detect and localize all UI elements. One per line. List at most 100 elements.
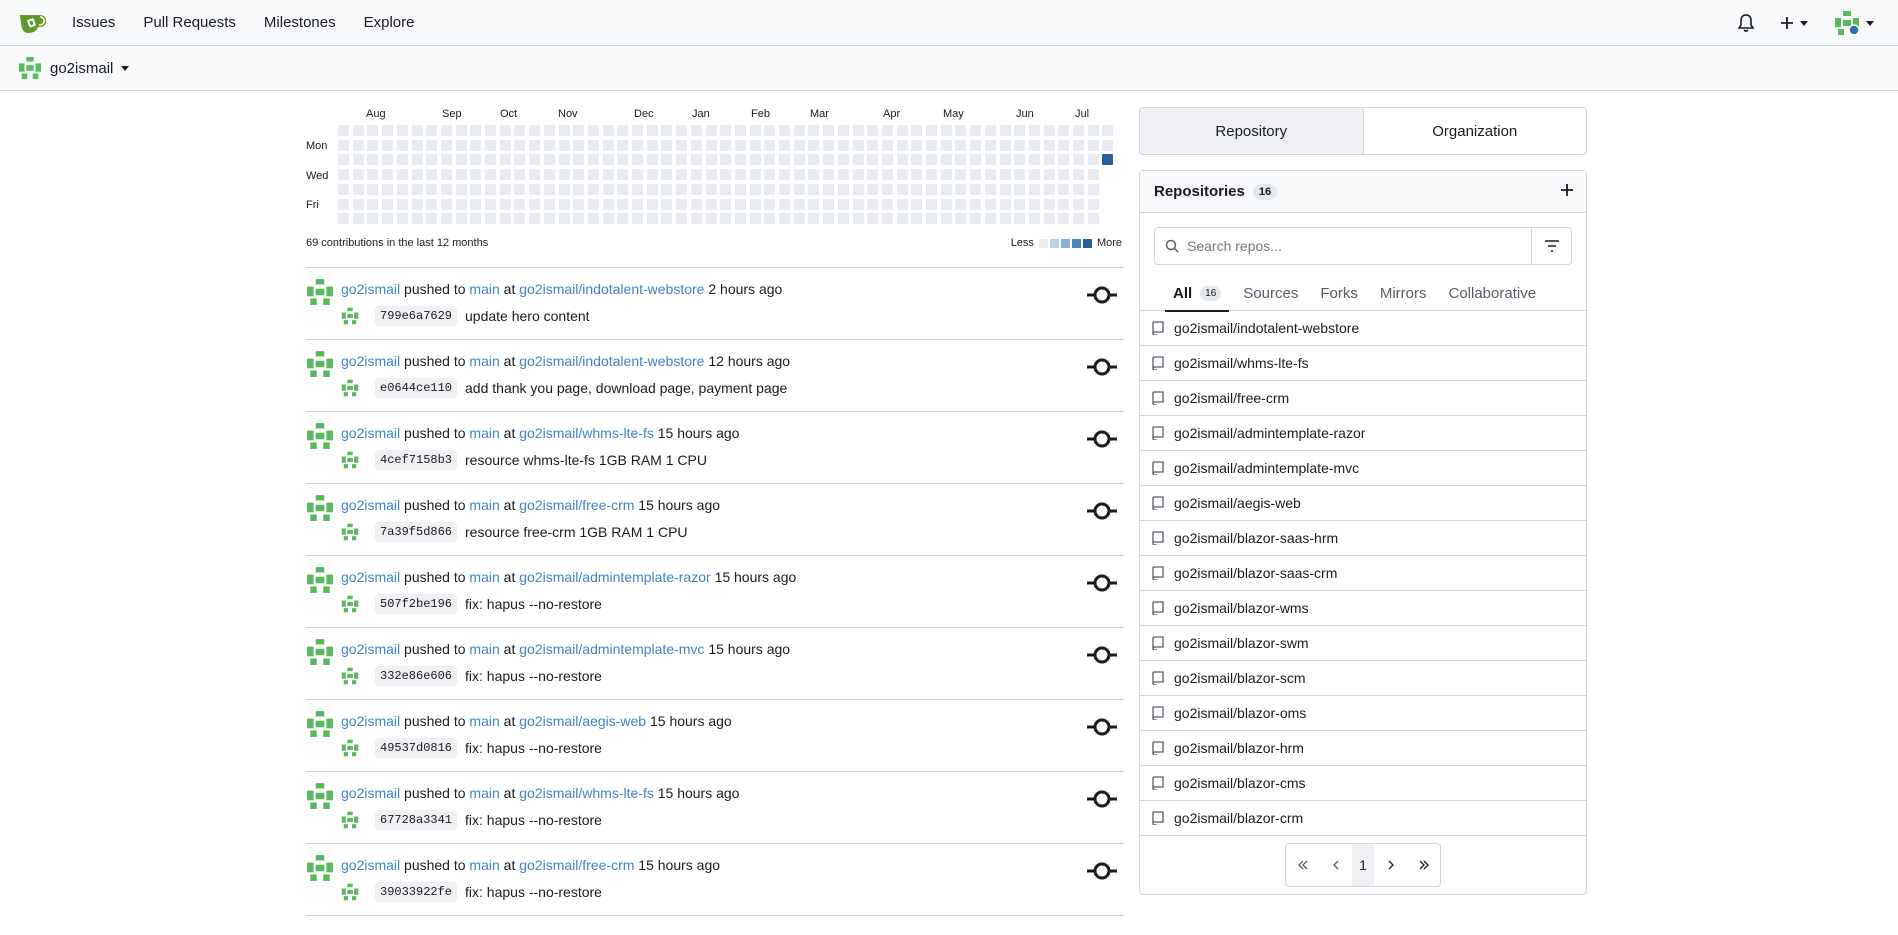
commit-sha-link[interactable]: e0644ce110 — [375, 378, 458, 398]
feed-user-link[interactable]: go2ismail — [341, 497, 400, 513]
feed-user-link[interactable]: go2ismail — [341, 857, 400, 873]
repo-list-item[interactable]: go2ismail/blazor-cms — [1140, 766, 1586, 801]
feed-branch-link[interactable]: main — [469, 713, 499, 729]
first-page-icon[interactable] — [1286, 844, 1319, 886]
user-menu-button[interactable] — [1834, 10, 1874, 36]
subtab-sources[interactable]: Sources — [1243, 275, 1298, 311]
repo-list-item[interactable]: go2ismail/admintemplate-razor — [1140, 416, 1586, 451]
repo-list-item[interactable]: go2ismail/blazor-hrm — [1140, 731, 1586, 766]
heatmap-cell — [764, 125, 776, 136]
avatar[interactable] — [306, 710, 334, 738]
filter-icon[interactable] — [1531, 228, 1571, 264]
feed-repo-link[interactable]: go2ismail/aegis-web — [519, 713, 646, 729]
previous-page-icon[interactable] — [1319, 844, 1352, 886]
feed-repo-link[interactable]: go2ismail/free-crm — [519, 857, 634, 873]
repo-list-item[interactable]: go2ismail/free-crm — [1140, 381, 1586, 416]
feed-user-link[interactable]: go2ismail — [341, 569, 400, 585]
commit-sha-link[interactable]: 49537d0816 — [375, 738, 458, 758]
nav-explore[interactable]: Explore — [364, 14, 415, 31]
feed-user-link[interactable]: go2ismail — [341, 713, 400, 729]
repo-list-item[interactable]: go2ismail/blazor-oms — [1140, 696, 1586, 731]
avatar[interactable] — [306, 638, 334, 666]
repo-list-item[interactable]: go2ismail/blazor-scm — [1140, 661, 1586, 696]
current-page[interactable]: 1 — [1352, 844, 1374, 886]
feed-branch-link[interactable]: main — [469, 785, 499, 801]
commit-sha-link[interactable]: 799e6a7629 — [375, 306, 458, 326]
feed-repo-link[interactable]: go2ismail/admintemplate-razor — [519, 569, 710, 585]
subtab-collaborative[interactable]: Collaborative — [1448, 275, 1536, 311]
heatmap-cell — [1073, 198, 1084, 210]
feed-branch-link[interactable]: main — [469, 857, 499, 873]
nav-milestones[interactable]: Milestones — [264, 14, 336, 31]
feed-repo-link[interactable]: go2ismail/indotalent-webstore — [519, 281, 704, 297]
subtab-mirrors[interactable]: Mirrors — [1380, 275, 1427, 311]
feed-repo-link[interactable]: go2ismail/free-crm — [519, 497, 634, 513]
feed-repo-link[interactable]: go2ismail/whms-lte-fs — [519, 785, 654, 801]
feed-user-link[interactable]: go2ismail — [341, 785, 400, 801]
avatar[interactable] — [306, 350, 334, 378]
repo-list-item[interactable]: go2ismail/whms-lte-fs — [1140, 346, 1586, 381]
avatar[interactable] — [306, 854, 334, 882]
last-page-icon[interactable] — [1407, 844, 1440, 886]
next-page-icon[interactable] — [1374, 844, 1407, 886]
commit-sha-link[interactable]: 4cef7158b3 — [375, 450, 458, 470]
feed-branch-link[interactable]: main — [469, 425, 499, 441]
heatmap-cell — [734, 169, 746, 181]
feed-repo-link[interactable]: go2ismail/indotalent-webstore — [519, 353, 704, 369]
heatmap-cell — [1058, 198, 1070, 210]
commit-sha-link[interactable]: 507f2be196 — [375, 594, 458, 614]
commit-sha-link[interactable]: 332e86e606 — [375, 666, 458, 686]
heatmap-cell — [661, 139, 673, 151]
heatmap-cell — [793, 139, 805, 151]
avatar[interactable] — [306, 278, 334, 306]
repo-list-item[interactable]: go2ismail/indotalent-webstore — [1140, 311, 1586, 346]
repo-list-item[interactable]: go2ismail/aegis-web — [1140, 486, 1586, 521]
tab-organization[interactable]: Organization — [1364, 108, 1587, 154]
feed-user-link[interactable]: go2ismail — [341, 353, 400, 369]
tab-repository[interactable]: Repository — [1140, 108, 1364, 154]
feed-branch-link[interactable]: main — [469, 497, 499, 513]
avatar[interactable] — [306, 566, 334, 594]
feed-branch-link[interactable]: main — [469, 641, 499, 657]
feed-user-link[interactable]: go2ismail — [341, 281, 400, 297]
heatmap-cell — [573, 125, 585, 136]
feed-branch-link[interactable]: main — [469, 281, 499, 297]
repo-list-item[interactable]: go2ismail/blazor-wms — [1140, 591, 1586, 626]
heatmap-cell — [1073, 139, 1084, 151]
feed-repo-link[interactable]: go2ismail/whms-lte-fs — [519, 425, 654, 441]
repo-list-item[interactable]: go2ismail/blazor-saas-hrm — [1140, 521, 1586, 556]
feed-user-link[interactable]: go2ismail — [341, 425, 400, 441]
feed-branch-link[interactable]: main — [469, 353, 499, 369]
avatar[interactable] — [306, 782, 334, 810]
add-repository-plus-icon[interactable] — [1560, 180, 1574, 203]
notifications-bell-icon[interactable] — [1738, 14, 1754, 32]
repo-list-item[interactable]: go2ismail/blazor-saas-crm — [1140, 556, 1586, 591]
repo-list-item[interactable]: go2ismail/admintemplate-mvc — [1140, 451, 1586, 486]
feed-repo-link[interactable]: go2ismail/admintemplate-mvc — [519, 641, 704, 657]
heatmap-cell — [367, 125, 379, 136]
feed-branch-link[interactable]: main — [469, 569, 499, 585]
commit-message: fix: hapus --no-restore — [465, 812, 602, 828]
heatmap-cell — [646, 154, 658, 166]
nav-issues[interactable]: Issues — [72, 14, 115, 31]
context-switcher[interactable]: go2ismail — [0, 46, 1898, 91]
heatmap-cell — [426, 183, 438, 195]
commit-sha-link[interactable]: 39033922fe — [375, 882, 458, 902]
commit-sha-link[interactable]: 7a39f5d866 — [375, 522, 458, 542]
create-new-button[interactable] — [1780, 16, 1808, 30]
commit-icon — [1087, 646, 1117, 664]
nav-pull-requests[interactable]: Pull Requests — [143, 14, 236, 31]
repo-list-item[interactable]: go2ismail/blazor-swm — [1140, 626, 1586, 661]
commit-sha-link[interactable]: 67728a3341 — [375, 810, 458, 830]
repo-search-input[interactable] — [1187, 238, 1527, 254]
subtab-forks[interactable]: Forks — [1320, 275, 1358, 311]
heatmap-cell — [734, 198, 746, 210]
feed-user-link[interactable]: go2ismail — [341, 641, 400, 657]
avatar[interactable] — [306, 494, 334, 522]
repo-name: go2ismail/admintemplate-mvc — [1174, 460, 1360, 476]
heatmap-cell — [646, 125, 658, 136]
avatar[interactable] — [306, 422, 334, 450]
subtab-all[interactable]: All 16 — [1164, 275, 1230, 312]
gitea-logo-icon[interactable] — [18, 11, 48, 35]
repo-list-item[interactable]: go2ismail/blazor-crm — [1140, 801, 1586, 836]
